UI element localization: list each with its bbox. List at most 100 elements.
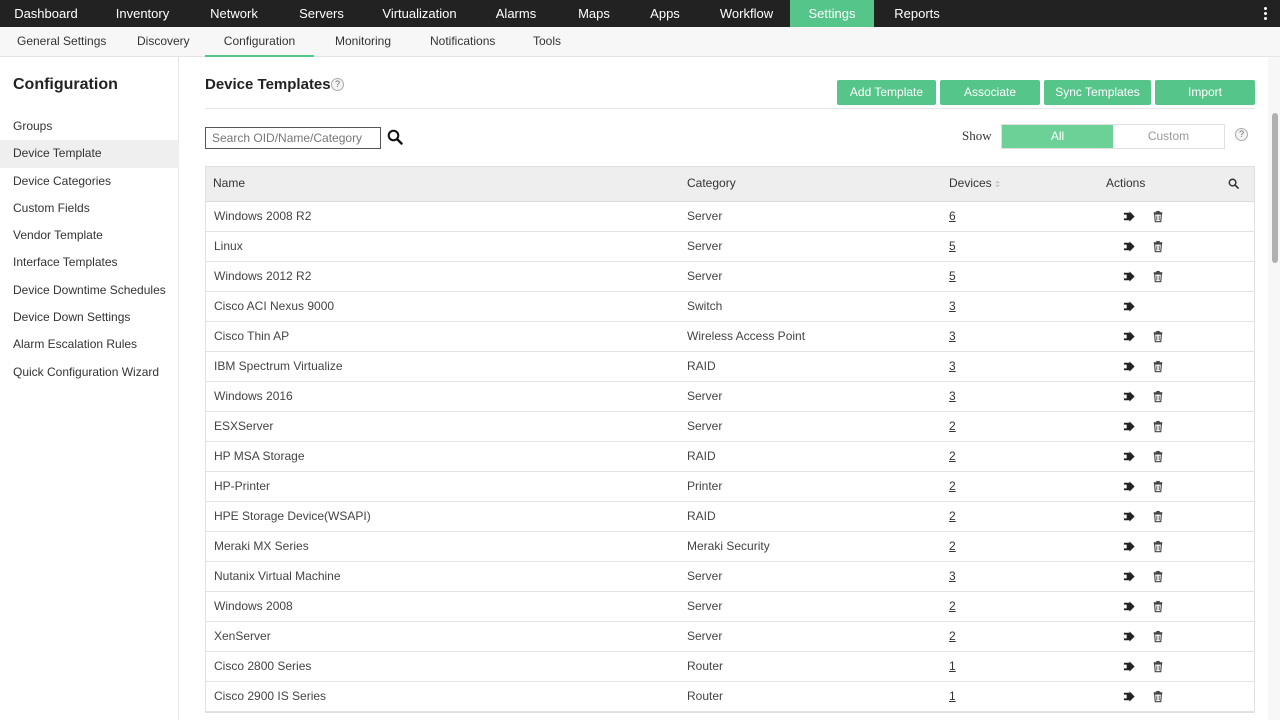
row-devices-link[interactable]: 3: [949, 562, 956, 591]
subnav-monitoring[interactable]: Monitoring: [335, 27, 391, 57]
search-input[interactable]: [205, 127, 381, 149]
row-devices-link[interactable]: 3: [949, 352, 956, 381]
show-custom-option[interactable]: Custom: [1113, 125, 1224, 148]
sidebar-item-alarm-escalation-rules[interactable]: Alarm Escalation Rules: [0, 331, 179, 358]
nav-settings[interactable]: Settings: [790, 0, 874, 27]
export-icon[interactable]: [1123, 300, 1137, 314]
trash-icon[interactable]: [1152, 570, 1166, 584]
subnav-configuration[interactable]: Configuration: [205, 27, 314, 57]
more-vertical-icon[interactable]: [1258, 0, 1272, 27]
row-devices-link[interactable]: 6: [949, 202, 956, 231]
row-devices-link[interactable]: 1: [949, 652, 956, 681]
export-icon[interactable]: [1123, 270, 1137, 284]
export-icon[interactable]: [1123, 690, 1137, 704]
trash-icon[interactable]: [1152, 540, 1166, 554]
export-icon[interactable]: [1123, 390, 1137, 404]
sidebar-item-quick-configuration-wizard[interactable]: Quick Configuration Wizard: [0, 359, 179, 386]
scrollbar-thumb[interactable]: [1272, 113, 1278, 263]
export-icon[interactable]: [1123, 660, 1137, 674]
nav-apps[interactable]: Apps: [627, 0, 703, 27]
subnav-discovery[interactable]: Discovery: [137, 27, 190, 57]
sidebar-item-custom-fields[interactable]: Custom Fields: [0, 195, 179, 222]
add-template-button[interactable]: Add Template: [837, 80, 936, 105]
nav-network[interactable]: Network: [193, 0, 275, 27]
row-devices-link[interactable]: 3: [949, 292, 956, 321]
trash-icon[interactable]: [1152, 210, 1166, 224]
nav-workflow[interactable]: Workflow: [703, 0, 790, 27]
trash-icon[interactable]: [1152, 390, 1166, 404]
trash-icon[interactable]: [1152, 450, 1166, 464]
sync-templates-button[interactable]: Sync Templates: [1044, 80, 1151, 105]
sort-icon[interactable]: [994, 179, 1001, 189]
row-devices-link[interactable]: 2: [949, 472, 956, 501]
trash-icon[interactable]: [1152, 600, 1166, 614]
nav-dashboard[interactable]: Dashboard: [0, 0, 92, 27]
row-devices-link[interactable]: 2: [949, 412, 956, 441]
trash-icon[interactable]: [1152, 510, 1166, 524]
nav-inventory[interactable]: Inventory: [92, 0, 193, 27]
export-icon[interactable]: [1123, 570, 1137, 584]
export-icon[interactable]: [1123, 510, 1137, 524]
nav-servers[interactable]: Servers: [275, 0, 368, 27]
export-icon[interactable]: [1123, 480, 1137, 494]
sidebar-item-device-template[interactable]: Device Template: [0, 140, 179, 168]
trash-icon[interactable]: [1152, 360, 1166, 374]
row-name: Linux: [214, 239, 243, 253]
row-devices-link[interactable]: 2: [949, 622, 956, 651]
column-header-name[interactable]: Name: [213, 167, 245, 200]
subnav-tools[interactable]: Tools: [533, 27, 561, 57]
row-category: Router: [687, 689, 724, 703]
row-devices-link[interactable]: 2: [949, 532, 956, 561]
nav-alarms[interactable]: Alarms: [471, 0, 561, 27]
sidebar-item-groups[interactable]: Groups: [0, 113, 179, 140]
column-header-devices[interactable]: Devices: [949, 167, 992, 200]
export-icon[interactable]: [1123, 450, 1137, 464]
sidebar-item-device-categories[interactable]: Device Categories: [0, 168, 179, 195]
trash-icon[interactable]: [1152, 690, 1166, 704]
trash-icon[interactable]: [1152, 630, 1166, 644]
export-icon[interactable]: [1123, 420, 1137, 434]
row-devices-link[interactable]: 5: [949, 262, 956, 291]
row-name: ESXServer: [214, 419, 274, 433]
sidebar-item-interface-templates[interactable]: Interface Templates: [0, 249, 179, 276]
trash-icon[interactable]: [1152, 480, 1166, 494]
associate-button[interactable]: Associate: [940, 80, 1040, 105]
export-icon[interactable]: [1123, 630, 1137, 644]
row-devices-link[interactable]: 1: [949, 682, 956, 711]
trash-icon[interactable]: [1152, 270, 1166, 284]
row-category: Meraki Security: [687, 539, 770, 553]
subnav-general-settings[interactable]: General Settings: [17, 27, 106, 57]
nav-maps[interactable]: Maps: [561, 0, 627, 27]
nav-virtualization[interactable]: Virtualization: [368, 0, 471, 27]
export-icon[interactable]: [1123, 240, 1137, 254]
show-all-option[interactable]: All: [1002, 125, 1113, 148]
nav-reports[interactable]: Reports: [874, 0, 960, 27]
sidebar-item-device-down-settings[interactable]: Device Down Settings: [0, 304, 179, 331]
row-devices-link[interactable]: 2: [949, 592, 956, 621]
subnav-notifications[interactable]: Notifications: [430, 27, 495, 57]
row-name: Cisco 2800 Series: [214, 659, 312, 673]
help-icon[interactable]: ?: [331, 78, 344, 91]
search-icon[interactable]: [387, 129, 403, 145]
trash-icon[interactable]: [1152, 420, 1166, 434]
export-icon[interactable]: [1123, 540, 1137, 554]
export-icon[interactable]: [1123, 210, 1137, 224]
table-row: HP-Printer Printer 2: [206, 472, 1254, 502]
trash-icon[interactable]: [1152, 240, 1166, 254]
row-devices-link[interactable]: 5: [949, 232, 956, 261]
sidebar-item-device-downtime-schedules[interactable]: Device Downtime Schedules: [0, 277, 179, 304]
column-header-category[interactable]: Category: [687, 167, 736, 200]
help-icon[interactable]: ?: [1235, 128, 1248, 141]
export-icon[interactable]: [1123, 330, 1137, 344]
row-devices-link[interactable]: 2: [949, 502, 956, 531]
export-icon[interactable]: [1123, 600, 1137, 614]
search-icon[interactable]: [1228, 178, 1239, 189]
sidebar-item-vendor-template[interactable]: Vendor Template: [0, 222, 179, 249]
trash-icon[interactable]: [1152, 330, 1166, 344]
trash-icon[interactable]: [1152, 660, 1166, 674]
row-devices-link[interactable]: 3: [949, 322, 956, 351]
row-devices-link[interactable]: 3: [949, 382, 956, 411]
row-devices-link[interactable]: 2: [949, 442, 956, 471]
import-button[interactable]: Import: [1155, 80, 1255, 105]
export-icon[interactable]: [1123, 360, 1137, 374]
